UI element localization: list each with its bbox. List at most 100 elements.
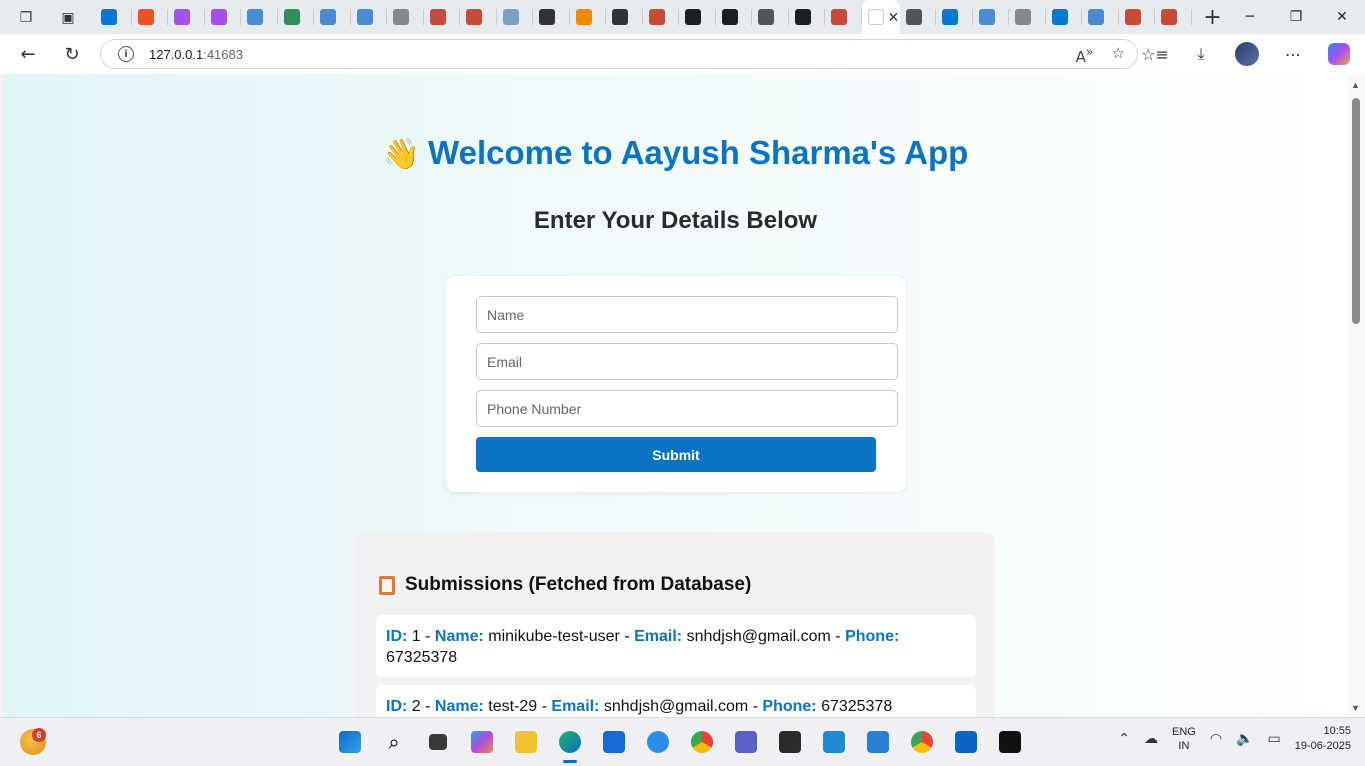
tab-favicon-icon — [867, 9, 884, 25]
browser-tab[interactable] — [168, 0, 205, 34]
back-icon[interactable]: ← — [12, 38, 44, 70]
browser-tab[interactable] — [387, 0, 424, 34]
browser-tab[interactable] — [1155, 0, 1192, 34]
teams-icon[interactable] — [730, 726, 762, 758]
chrome-profile-icon[interactable] — [906, 726, 938, 758]
browser-tab[interactable] — [716, 0, 752, 34]
task-view-icon[interactable] — [422, 726, 454, 758]
app-icon[interactable] — [994, 726, 1026, 758]
chevron-up-icon[interactable]: ⌃ — [1118, 731, 1130, 747]
browser-tab[interactable] — [533, 0, 570, 34]
tab-favicon-icon — [1051, 9, 1068, 25]
help-icon[interactable] — [642, 726, 674, 758]
browser-tab[interactable] — [679, 0, 716, 34]
edge-icon[interactable] — [554, 726, 586, 763]
maximize-icon[interactable]: ❐ — [1273, 0, 1319, 34]
favorites-icon[interactable]: ☆≡ — [1139, 38, 1171, 70]
more-options-icon[interactable]: ⋯ — [1277, 38, 1309, 70]
onedrive-icon[interactable]: ☁ — [1144, 731, 1158, 747]
wifi-icon[interactable]: ◠ — [1210, 731, 1222, 747]
tab-favicon-icon — [1161, 9, 1177, 25]
file-explorer-icon[interactable] — [510, 726, 542, 758]
browser-tab[interactable] — [606, 0, 643, 34]
browser-tab[interactable] — [900, 0, 936, 34]
tab-favicon-icon — [794, 9, 811, 25]
vscode-icon[interactable] — [818, 726, 850, 758]
browser-tab[interactable] — [205, 0, 241, 34]
tab-favicon-icon — [758, 9, 774, 25]
address-bar[interactable]: i 127.0.0.1:41683 A» ☆ — [100, 39, 1138, 69]
tab-favicon-icon — [101, 9, 117, 25]
browser-tab[interactable] — [314, 0, 351, 34]
outlook-icon[interactable] — [950, 726, 982, 758]
name-input[interactable] — [476, 296, 898, 333]
browser-tab[interactable] — [1046, 0, 1082, 34]
tab-favicon-icon — [1088, 9, 1104, 25]
tab-separator — [1190, 9, 1192, 25]
close-icon[interactable]: ✕ — [1319, 0, 1365, 34]
workspaces-icon[interactable]: ❐ — [13, 4, 39, 30]
new-tab-button[interactable]: + — [1198, 2, 1228, 32]
volume-icon[interactable]: 🔈 — [1236, 731, 1253, 747]
browser-tab[interactable] — [460, 0, 497, 34]
refresh-icon[interactable]: ↻ — [56, 38, 88, 70]
browser-tab[interactable] — [1119, 0, 1155, 34]
scroll-down-icon[interactable]: ▼ — [1351, 703, 1360, 713]
tab-strip: ❐ ▣ ✕ + ─ ❐ ✕ — [0, 0, 1365, 34]
language-indicator[interactable]: ENG IN — [1172, 725, 1196, 753]
navigation-bar: ← ↻ i 127.0.0.1:41683 A» ☆ ☆≡ ⤓ ⋯ — [0, 34, 1365, 74]
tab-actions-icon[interactable]: ▣ — [55, 4, 81, 30]
scrollbar-thumb[interactable] — [1352, 98, 1360, 324]
profile-avatar[interactable] — [1231, 38, 1263, 70]
read-aloud-icon[interactable]: A» — [1076, 44, 1094, 66]
copilot-icon[interactable] — [1323, 38, 1355, 70]
browser-tab[interactable] — [132, 0, 168, 34]
browser-tab[interactable] — [278, 0, 314, 34]
browser-tab[interactable] — [643, 0, 679, 34]
browser-tab[interactable] — [825, 0, 862, 34]
start-icon[interactable] — [334, 726, 366, 758]
browser-tab[interactable] — [789, 0, 825, 34]
site-info-icon[interactable]: i — [118, 46, 134, 62]
downloads-icon[interactable]: ⤓ — [1185, 38, 1217, 70]
submissions-panel: Submissions (Fetched from Database) ID: … — [355, 532, 995, 717]
phone-input[interactable] — [476, 390, 898, 427]
email-input[interactable] — [476, 343, 898, 380]
tab-favicon-icon — [539, 9, 555, 25]
browser-tab[interactable] — [1082, 0, 1119, 34]
browser-tab[interactable] — [241, 0, 278, 34]
m365-icon[interactable] — [466, 726, 498, 758]
browser-tab[interactable]: ✕ — [861, 0, 900, 34]
browser-tab[interactable] — [973, 0, 1009, 34]
scroll-up-icon[interactable]: ▲ — [1351, 80, 1360, 90]
browser-tab[interactable] — [1009, 0, 1046, 34]
search-icon[interactable]: ⌕ — [378, 726, 410, 758]
tab-favicon-icon — [648, 9, 665, 25]
browser-tab[interactable] — [936, 0, 973, 34]
browser-tab[interactable] — [570, 0, 606, 34]
photos-icon[interactable] — [862, 726, 894, 758]
browser-tab[interactable] — [752, 0, 789, 34]
page-viewport: 👋 Welcome to Aayush Sharma's App Enter Yo… — [3, 74, 1348, 717]
clock[interactable]: 10:55 19-06-2025 — [1295, 724, 1351, 754]
window-controls: ─ ❐ ✕ — [1227, 0, 1365, 34]
store-icon[interactable] — [598, 726, 630, 758]
favorite-star-icon[interactable]: ☆ — [1112, 44, 1125, 66]
tab-favicon-icon — [721, 9, 738, 25]
browser-tab[interactable] — [95, 0, 132, 34]
page-scrollbar[interactable]: ▲ ▼ — [1348, 74, 1365, 717]
url-text[interactable]: 127.0.0.1:41683 — [149, 47, 243, 62]
submit-button[interactable]: Submit — [476, 437, 876, 472]
minimize-icon[interactable]: ─ — [1227, 0, 1273, 34]
battery-icon[interactable]: ▭ — [1267, 731, 1280, 747]
browser-tab[interactable] — [497, 0, 533, 34]
terminal-icon[interactable] — [774, 726, 806, 758]
tab-favicon-icon — [905, 9, 922, 25]
tab-favicon-icon — [393, 9, 409, 25]
close-tab-icon[interactable]: ✕ — [888, 9, 900, 26]
submissions-title: Submissions (Fetched from Database) — [379, 574, 751, 596]
chrome-icon[interactable] — [686, 726, 718, 758]
tab-favicon-icon — [1015, 9, 1031, 25]
browser-tab[interactable] — [351, 0, 387, 34]
browser-tab[interactable] — [424, 0, 460, 34]
